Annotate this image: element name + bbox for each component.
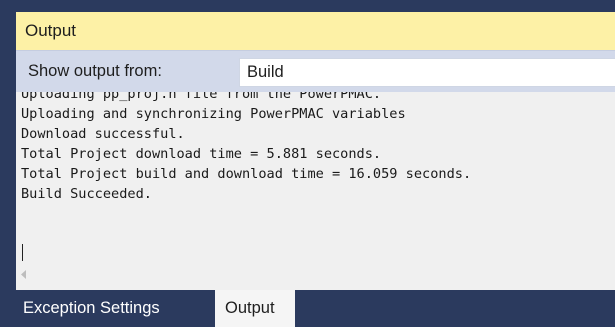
output-window: Output Show output from: Build Uploading… [16,12,615,290]
output-line: Uploading pp_proj.h file from the PowerP… [21,92,382,102]
tab-exception-settings[interactable]: Exception Settings [23,290,160,327]
panel-title-text: Output [25,21,77,40]
output-panel-title[interactable]: Output [16,12,615,50]
output-line: Uploading and synchronizing PowerPMAC va… [21,106,406,122]
output-line: Download successful. [21,126,185,142]
output-line: Total Project download time = 5.881 seco… [21,146,382,162]
scroll-left-arrow-icon[interactable] [18,267,30,281]
output-toolbar: Show output from: Build [16,50,615,92]
show-output-from-label: Show output from: [28,62,162,80]
output-line: Build Succeeded. [21,186,152,202]
output-text-area[interactable]: Uploading pp_proj.h file from the PowerP… [16,92,615,290]
bottom-tab-strip: Exception Settings Output [16,290,615,327]
output-source-select[interactable]: Build [239,58,615,87]
output-line: Total Project build and download time = … [21,166,472,182]
text-caret [22,244,23,261]
tab-output[interactable]: Output [215,290,295,327]
